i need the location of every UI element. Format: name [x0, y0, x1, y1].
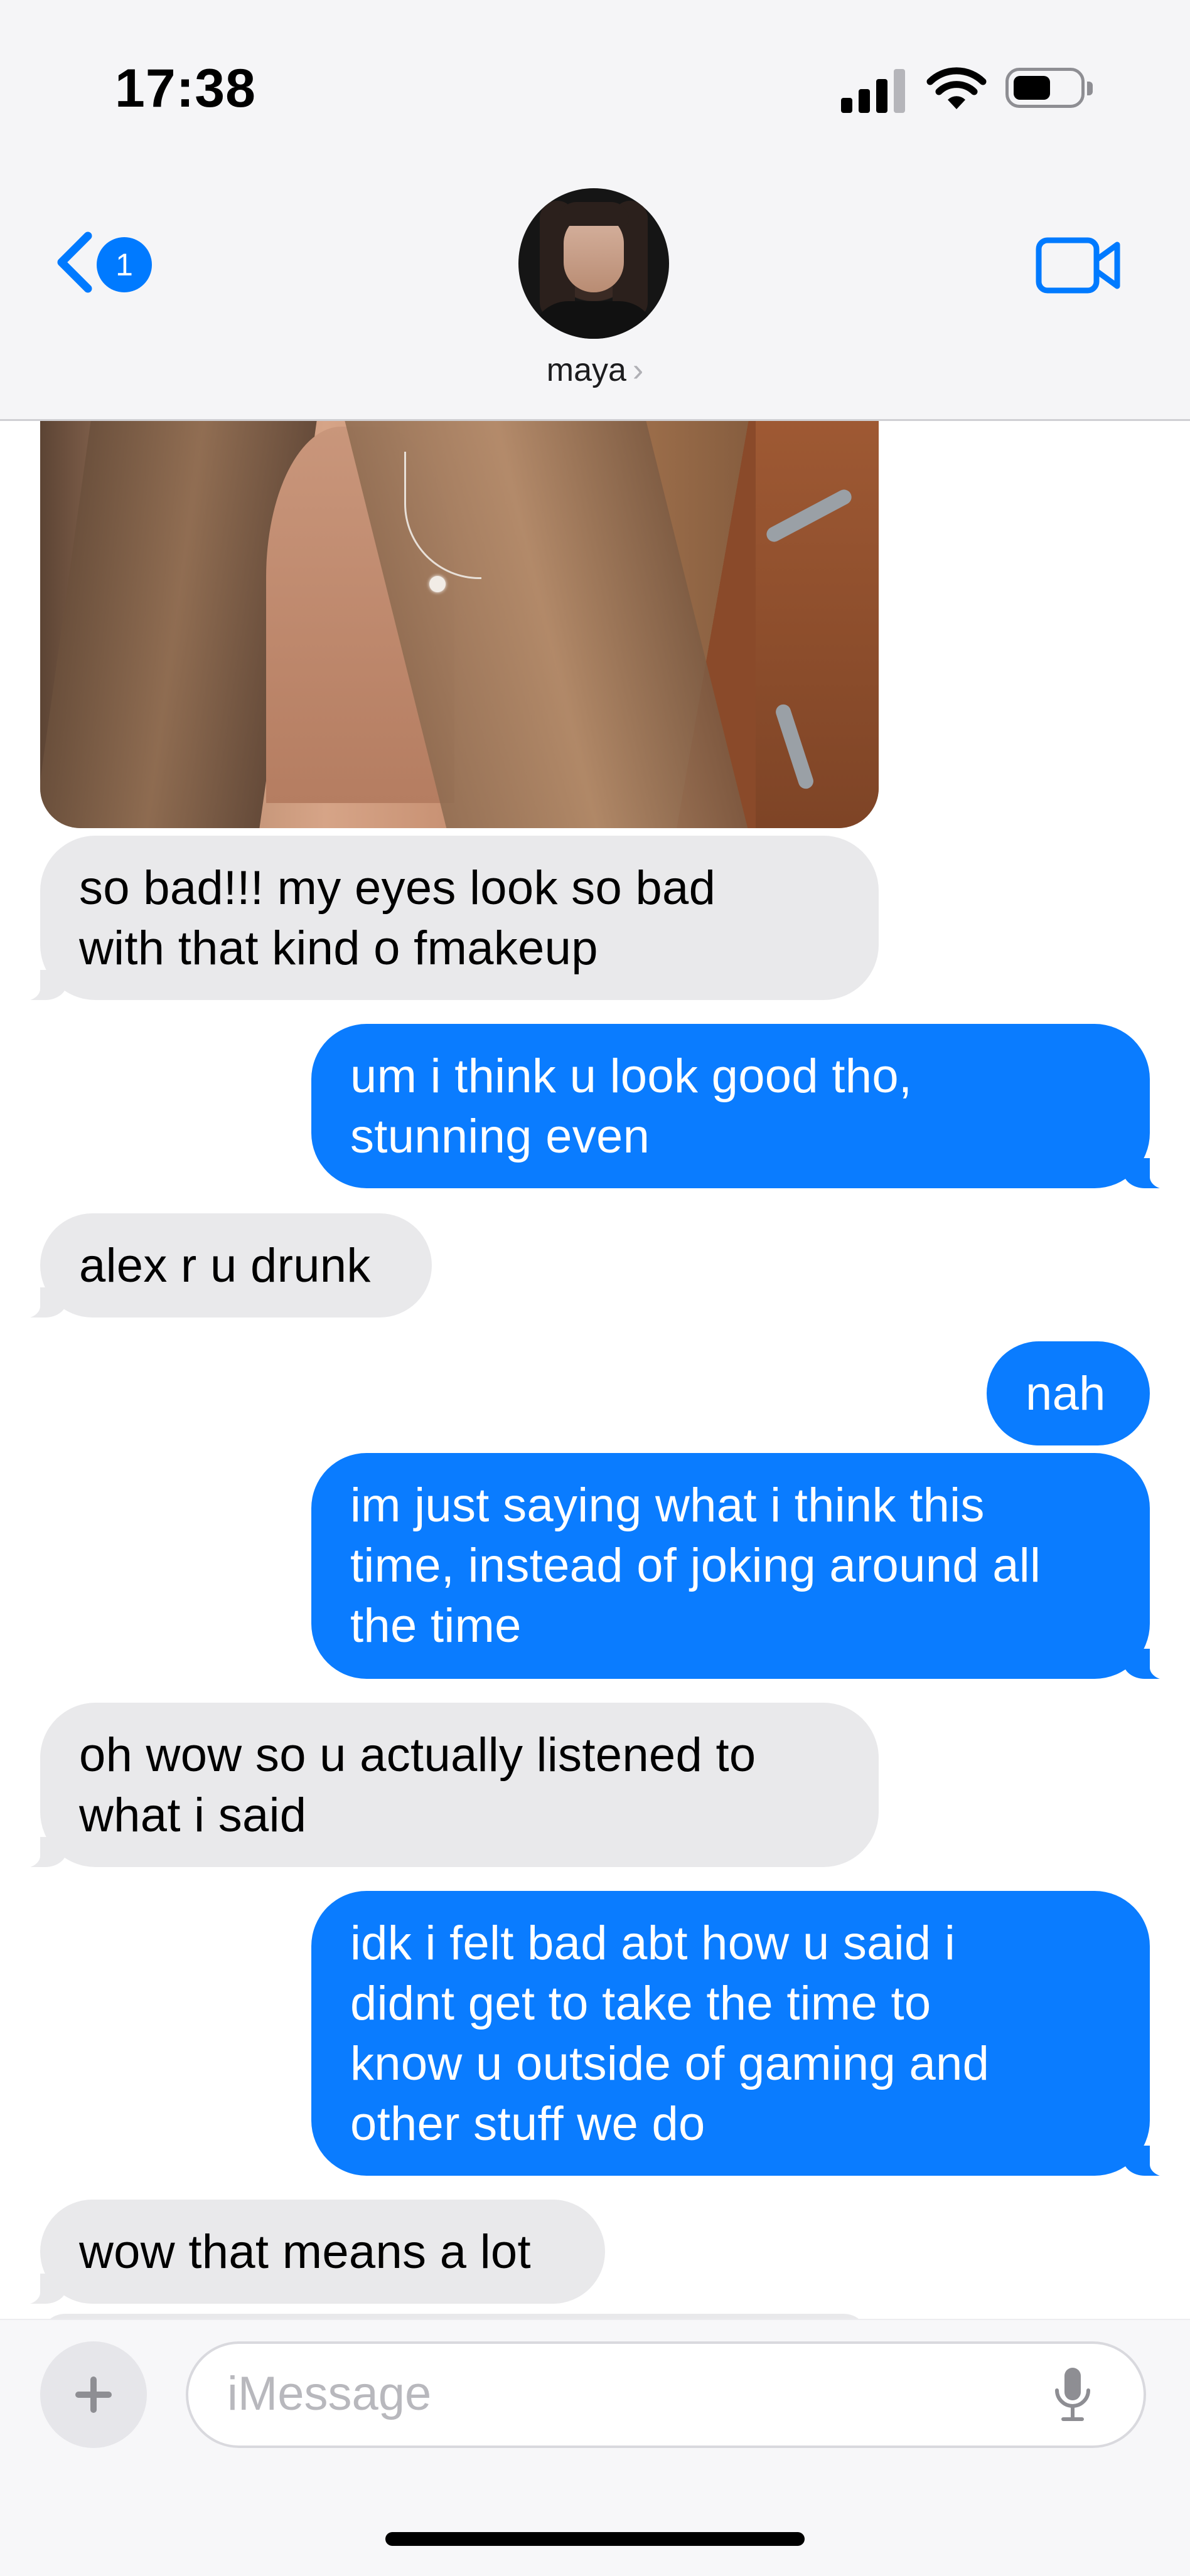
signal-icon	[841, 68, 906, 113]
message-bubble-incoming[interactable]: so bad!!! my eyes look so bad with that …	[19, 836, 879, 1001]
wifi-icon	[926, 67, 987, 109]
microphone-icon[interactable]	[1051, 2365, 1095, 2428]
home-indicator[interactable]	[385, 2532, 805, 2546]
photo-attachment[interactable]	[40, 376, 879, 828]
message-bubble-incoming[interactable]: wow that means a lot	[19, 2200, 605, 2305]
contact-name: maya	[546, 352, 626, 388]
message-bubble-incoming[interactable]: oh wow so u actually listened to what i …	[19, 1703, 879, 1868]
contact-name-button[interactable]: maya ›	[0, 351, 1190, 389]
message-bubble-outgoing[interactable]: idk i felt bad abt how u said i didnt ge…	[311, 1891, 1171, 2177]
message-bubble-outgoing[interactable]: nah	[987, 1341, 1150, 1445]
navigation-header: 17:38 1 maya ›	[0, 0, 1190, 421]
message-input[interactable]: iMessage	[186, 2341, 1146, 2448]
battery-icon	[1005, 68, 1096, 112]
chevron-right-icon: ›	[632, 352, 644, 388]
message-bubble-incoming[interactable]: alex r u drunk	[19, 1213, 432, 1319]
status-time: 17:38	[115, 58, 256, 119]
message-bubble-outgoing[interactable]: im just saying what i think this time, i…	[311, 1453, 1171, 1680]
message-input-placeholder: iMessage	[227, 2367, 432, 2420]
video-camera-icon[interactable]	[1036, 237, 1121, 294]
message-bubble-outgoing[interactable]: um i think u look good tho, stunning eve…	[311, 1024, 1171, 1190]
unread-badge[interactable]: 1	[97, 237, 152, 292]
avatar[interactable]	[518, 188, 669, 339]
plus-button[interactable]	[40, 2341, 147, 2448]
